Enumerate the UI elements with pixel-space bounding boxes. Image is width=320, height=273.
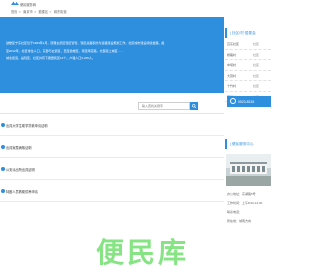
list-item-title[interactable]: 出具家属病故证明: [6, 145, 32, 150]
search-bar: [0, 100, 224, 114]
sidebar-row-type: 社区: [253, 63, 260, 67]
breadcrumb-separator: >: [49, 10, 52, 14]
breadcrumb-item[interactable]: 鼓楼区: [38, 10, 48, 14]
breadcrumb-item[interactable]: 首页: [11, 10, 17, 14]
sidebar-row[interactable]: 桥路村 社区: [225, 50, 271, 60]
phone-icon: [230, 98, 236, 104]
service-phone: 联系电话：: [227, 210, 243, 214]
service-address: 办公地址：东湖路5号: [227, 192, 256, 196]
search-button[interactable]: [190, 102, 198, 110]
sidebar-row-name[interactable]: 瓦东社区: [227, 42, 239, 46]
service-heading-text: | 便民服务中心: [230, 142, 254, 146]
site-name[interactable]: 便民服务网: [20, 2, 36, 7]
breadcrumb-separator: >: [34, 10, 37, 14]
sidebar-heading-text: | 社区/村·居委会: [230, 31, 256, 35]
sidebar-row-name[interactable]: 大营村: [227, 74, 236, 78]
service-info: 办公地址：东湖路5号 工作时间：上午8:00-12:00 联系电话： 所在地：城…: [227, 190, 271, 226]
service-list: 出具大学生助学贷款申请证明 出具家属病故证明 公安派出所出具证明 特困人员救助供…: [0, 114, 224, 202]
intro-line: 城北街道，是辖区，社区共有下属居民区12个。户籍人口6,245人。: [6, 56, 95, 60]
watermark-text: 便民库: [96, 236, 190, 269]
sidebar-row-name[interactable]: 桥路村: [227, 53, 236, 57]
search-input[interactable]: [138, 102, 190, 110]
service-heading: | 便民服务中心: [225, 139, 271, 149]
sidebar-row[interactable]: 十竹村 社区: [225, 81, 271, 92]
breadcrumb-item[interactable]: 南京市: [23, 10, 33, 14]
sidebar-row-type: 社区: [253, 73, 260, 78]
header: 便民服务网 首页 > 南京市 > 鼓楼区 > 城东街道: [0, 0, 271, 17]
intro-line: 至2012年，社区常住人口，东部与玄武区，西至鼓楼区，南至雨花路，北部接上城区……: [6, 48, 124, 53]
service-center-photo: [226, 154, 271, 186]
sidebar-row[interactable]: 中坝村 社区: [225, 60, 271, 71]
sidebar-row-name[interactable]: 中坝村: [227, 63, 236, 67]
sidebar-row-type: 社区: [253, 42, 260, 46]
sidebar-heading: | 社区/村·居委会: [225, 28, 271, 38]
list-item[interactable]: 出具大学生助学贷款申请证明: [0, 114, 224, 136]
list-item-title[interactable]: 公安派出所出具证明: [6, 167, 35, 172]
sidebar-row[interactable]: 大营村 社区: [225, 71, 271, 81]
intro-line: 鼓楼区宁东社区位于1984年1月，原属玄武区辖区管辖，辖区总面积约为道路建设规划…: [6, 41, 165, 45]
sidebar-list: 瓦东社区社区 桥路村社区 中坝村社区 大营村社区 十竹村社区 南堡村社区: [225, 39, 271, 102]
building-photo-icon: [226, 154, 271, 186]
intro-text: 鼓楼区宁东社区位于1984年1月，原属玄武区辖区管辖，辖区总面积约为道路建设规划…: [6, 40, 218, 63]
site-logo-icon[interactable]: [11, 1, 19, 6]
sidebar-row-type: 社区: [253, 52, 260, 57]
service-hours: 工作时间：上午8:00-12:00: [227, 201, 263, 205]
breadcrumb-item[interactable]: 城东街道: [54, 10, 67, 14]
list-item[interactable]: 出具家属病故证明: [0, 136, 224, 158]
sidebar-row-type: 社区: [253, 84, 260, 88]
phone-number: 0523-8315: [238, 99, 255, 104]
list-item-title[interactable]: 特困人员救助供养申请: [6, 189, 38, 194]
search-icon: [191, 103, 197, 109]
watermark: 便民库: [96, 236, 246, 270]
service-location: 所在地：城南方向: [227, 219, 252, 223]
list-item-title[interactable]: 出具大学生助学贷款申请证明: [6, 123, 47, 128]
phone-banner: 0523-8315: [227, 96, 271, 107]
breadcrumb-separator: >: [18, 10, 21, 14]
list-item[interactable]: 特困人员救助供养申请: [0, 180, 224, 202]
list-item[interactable]: 公安派出所出具证明: [0, 158, 224, 180]
sidebar-row-name[interactable]: 十竹村: [227, 84, 236, 88]
breadcrumb: 首页 > 南京市 > 鼓楼区 > 城东街道: [11, 9, 68, 14]
sidebar-row[interactable]: 瓦东社区 社区: [225, 39, 271, 50]
